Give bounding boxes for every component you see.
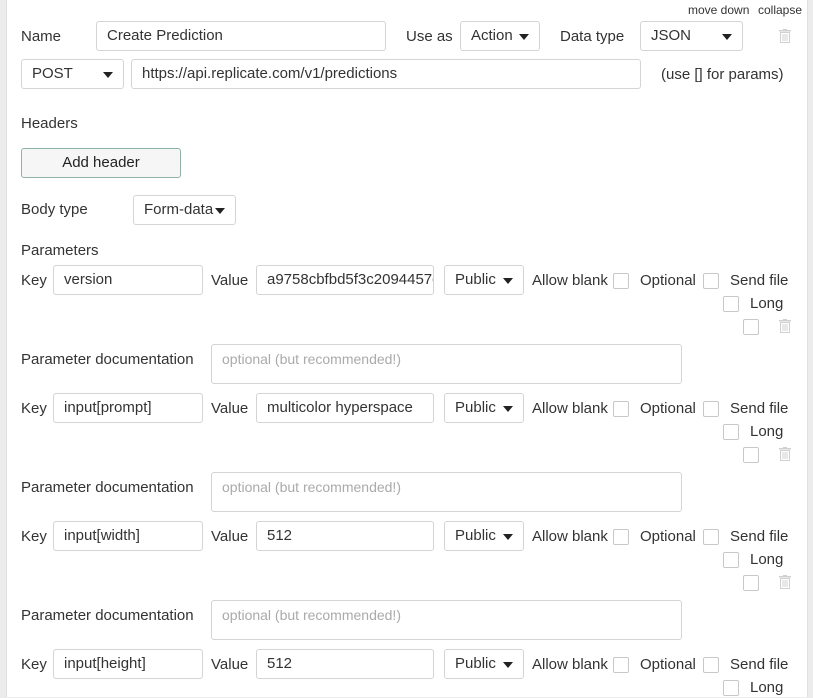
param-value-input[interactable]: multicolor hyperspace (256, 393, 434, 423)
param-value-label: Value (211, 528, 249, 545)
param-visibility-value: Public (455, 399, 496, 416)
param-visibility-value: Public (455, 527, 496, 544)
param-value-input[interactable]: 512 (256, 649, 434, 679)
method-value: POST (32, 65, 73, 82)
trash-icon[interactable] (779, 575, 791, 589)
send-file-label: Send file (730, 400, 789, 417)
optional-label: Optional (640, 400, 696, 417)
optional-label: Optional (640, 528, 696, 545)
param-value-label: Value (211, 656, 249, 673)
optional-label: Optional (640, 656, 696, 673)
name-label: Name (21, 28, 62, 45)
body-type-dropdown[interactable]: Form-data (133, 195, 236, 225)
long-label: Long (750, 551, 784, 568)
collapse-link[interactable]: collapse (758, 0, 802, 20)
allow-blank-checkbox[interactable] (613, 657, 629, 673)
trash-icon[interactable] (779, 29, 791, 43)
use-as-label: Use as (406, 28, 453, 45)
allow-blank-checkbox[interactable] (613, 529, 629, 545)
allow-blank-checkbox[interactable] (613, 273, 629, 289)
send-file-label: Send file (730, 272, 789, 289)
param-value-label: Value (211, 272, 249, 289)
chevron-down-icon (215, 208, 225, 214)
param-select-checkbox[interactable] (743, 575, 759, 591)
param-select-checkbox[interactable] (743, 319, 759, 335)
add-header-button[interactable]: Add header (21, 148, 181, 178)
param-doc-input[interactable]: optional (but recommended!) (211, 472, 682, 512)
chevron-down-icon (103, 72, 113, 78)
allow-blank-label: Allow blank (532, 272, 608, 289)
method-dropdown[interactable]: POST (21, 59, 124, 89)
name-input[interactable]: Create Prediction (96, 21, 386, 51)
long-label: Long (750, 423, 784, 440)
param-visibility-dropdown[interactable]: Public (444, 393, 524, 423)
allow-blank-label: Allow blank (532, 656, 608, 673)
param-doc-label: Parameter documentation (21, 607, 194, 624)
trash-icon[interactable] (779, 319, 791, 333)
param-doc-input[interactable]: optional (but recommended!) (211, 600, 682, 640)
optional-label: Optional (640, 272, 696, 289)
param-key-label: Key (21, 272, 47, 289)
send-file-label: Send file (730, 656, 789, 673)
long-label: Long (750, 679, 784, 696)
parameters-label: Parameters (21, 242, 99, 259)
param-value-input[interactable]: 512 (256, 521, 434, 551)
param-visibility-dropdown[interactable]: Public (444, 265, 524, 295)
chevron-down-icon (722, 34, 732, 40)
chevron-down-icon (519, 34, 529, 40)
url-hint: (use [] for params) (661, 66, 784, 83)
body-type-value: Form-data (144, 201, 214, 218)
param-key-input[interactable]: input[height] (53, 649, 203, 679)
param-select-checkbox[interactable] (743, 447, 759, 463)
long-label: Long (750, 295, 784, 312)
optional-checkbox[interactable] (703, 273, 719, 289)
param-value-label: Value (211, 400, 249, 417)
data-type-label: Data type (560, 28, 625, 45)
param-doc-label: Parameter documentation (21, 351, 194, 368)
long-checkbox[interactable] (723, 680, 739, 696)
allow-blank-checkbox[interactable] (613, 401, 629, 417)
optional-checkbox[interactable] (703, 401, 719, 417)
param-doc-label: Parameter documentation (21, 479, 194, 496)
chevron-down-icon (503, 406, 513, 412)
body-type-label: Body type (21, 201, 88, 218)
param-key-input[interactable]: version (53, 265, 203, 295)
chevron-down-icon (503, 278, 513, 284)
long-checkbox[interactable] (723, 296, 739, 312)
param-visibility-value: Public (455, 655, 496, 672)
param-visibility-value: Public (455, 271, 496, 288)
param-key-label: Key (21, 656, 47, 673)
trash-icon[interactable] (779, 447, 791, 461)
param-doc-input[interactable]: optional (but recommended!) (211, 344, 682, 384)
chevron-down-icon (503, 662, 513, 668)
param-value-input[interactable]: a9758cbfbd5f3c2094457d (256, 265, 434, 295)
long-checkbox[interactable] (723, 424, 739, 440)
param-key-input[interactable]: input[prompt] (53, 393, 203, 423)
headers-label: Headers (21, 115, 78, 132)
data-type-dropdown[interactable]: JSON (640, 21, 743, 51)
param-visibility-dropdown[interactable]: Public (444, 649, 524, 679)
use-as-value: Action (471, 27, 513, 44)
send-file-label: Send file (730, 528, 789, 545)
allow-blank-label: Allow blank (532, 400, 608, 417)
param-key-label: Key (21, 400, 47, 417)
param-visibility-dropdown[interactable]: Public (444, 521, 524, 551)
data-type-value: JSON (651, 27, 692, 44)
chevron-down-icon (503, 534, 513, 540)
use-as-dropdown[interactable]: Action (460, 21, 540, 51)
allow-blank-label: Allow blank (532, 528, 608, 545)
move-down-link[interactable]: move down (688, 0, 749, 20)
param-key-label: Key (21, 528, 47, 545)
optional-checkbox[interactable] (703, 529, 719, 545)
url-input[interactable]: https://api.replicate.com/v1/predictions (131, 59, 641, 89)
long-checkbox[interactable] (723, 552, 739, 568)
optional-checkbox[interactable] (703, 657, 719, 673)
param-key-input[interactable]: input[width] (53, 521, 203, 551)
